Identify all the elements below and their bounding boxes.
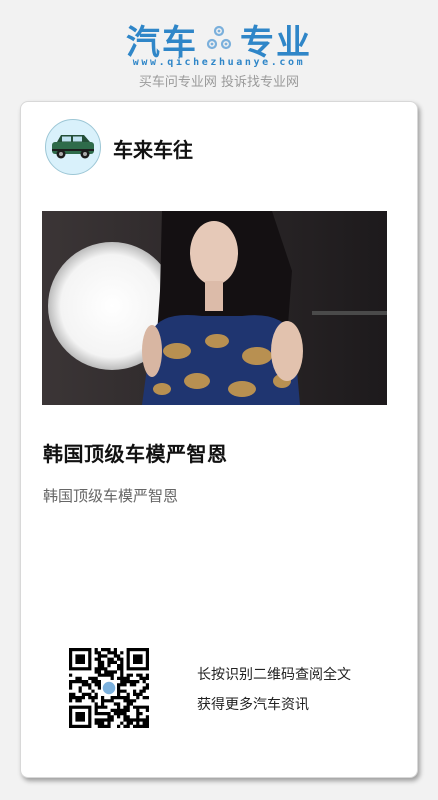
qr-hint-line1: 长按识别二维码查阅全文 [197, 667, 351, 683]
article-card[interactable]: 车来车往 韩国顶级车模严智恩 韩国顶级车模严智恩 长按识别二维码查阅全文 获得更… [20, 101, 418, 778]
qr-code[interactable] [69, 648, 150, 729]
site-slogan: 买车问专业网 投诉找专业网 [138, 75, 300, 90]
author-avatar[interactable] [45, 119, 101, 175]
site-header: 汽车 专业 www.qichezhuanye.com 买车问专业网 投诉找专业网 [0, 0, 438, 100]
site-url: www.qichezhuanye.com [132, 57, 306, 68]
qr-code-image [69, 648, 150, 729]
article-title[interactable]: 韩国顶级车模严智恩 [43, 438, 228, 467]
qr-hint-line2: 获得更多汽车资讯 [197, 697, 309, 713]
gear-icon [206, 25, 232, 50]
car-icon [52, 135, 94, 159]
article-hero-image[interactable] [42, 211, 387, 405]
hero-photo [42, 211, 387, 405]
article-description: 韩国顶级车模严智恩 [43, 487, 179, 505]
site-logo[interactable]: 汽车 专业 [0, 18, 438, 63]
author-name[interactable]: 车来车往 [113, 134, 193, 163]
